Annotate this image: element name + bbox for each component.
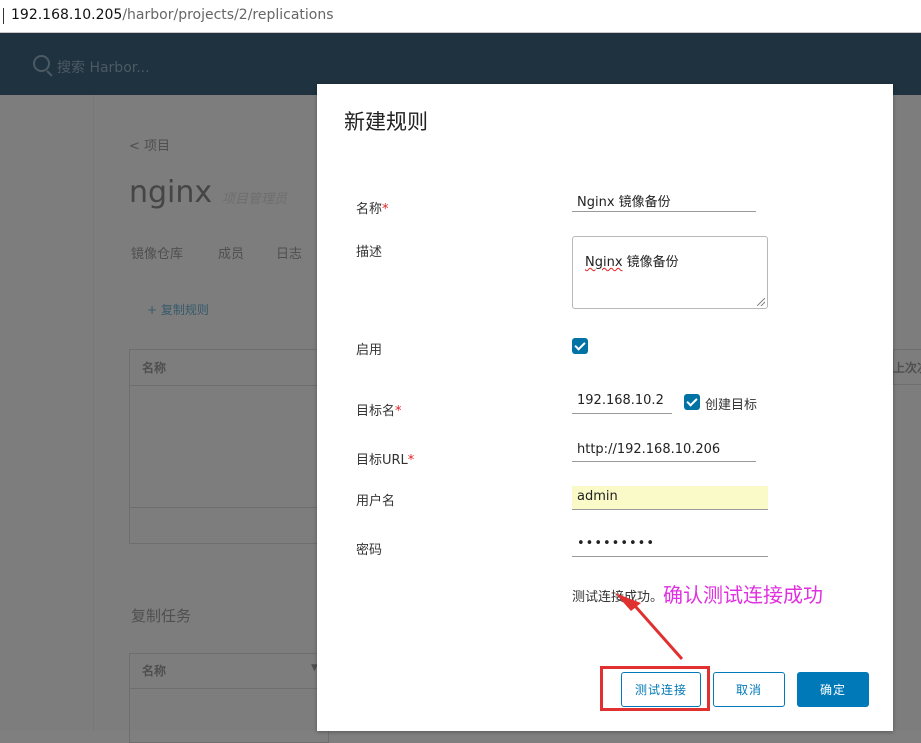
search-icon[interactable]: [33, 55, 50, 72]
annotation-arrow-icon: [615, 593, 684, 660]
browser-address-bar[interactable]: 192.168.10.205/harbor/projects/2/replica…: [0, 0, 921, 33]
tab-repositories[interactable]: 镜像仓库: [131, 243, 183, 262]
tab-logs[interactable]: 日志: [276, 243, 302, 262]
new-rule-dialog: 新建规则 名称* Nginx 镜像备份 描述 Nginx 镜像备份 启用 目标名…: [317, 84, 893, 731]
url-text[interactable]: 192.168.10.205/harbor/projects/2/replica…: [11, 7, 334, 23]
jobs-table-name-header[interactable]: 名称: [142, 662, 166, 679]
tab-members[interactable]: 成员: [218, 243, 244, 262]
rules-table-last-col-header: 上次次: [893, 361, 921, 375]
replication-jobs-title: 复制任务: [131, 607, 192, 625]
add-replication-rule-button[interactable]: + 复制规则: [147, 301, 209, 318]
back-to-projects-link[interactable]: < 项目: [129, 135, 170, 154]
sidebar-divider: [93, 95, 94, 731]
project-role: 项目管理员: [222, 192, 288, 207]
url-path: /harbor/projects/2/replications: [122, 7, 334, 23]
rules-table-name-header[interactable]: 名称: [142, 359, 166, 376]
rules-table-footer-divider: [129, 507, 317, 508]
global-search-input[interactable]: 搜索 Harbor...: [57, 57, 150, 77]
text-cursor: [3, 8, 4, 24]
project-title: nginx: [129, 175, 213, 210]
url-host: 192.168.10.205: [11, 7, 123, 23]
